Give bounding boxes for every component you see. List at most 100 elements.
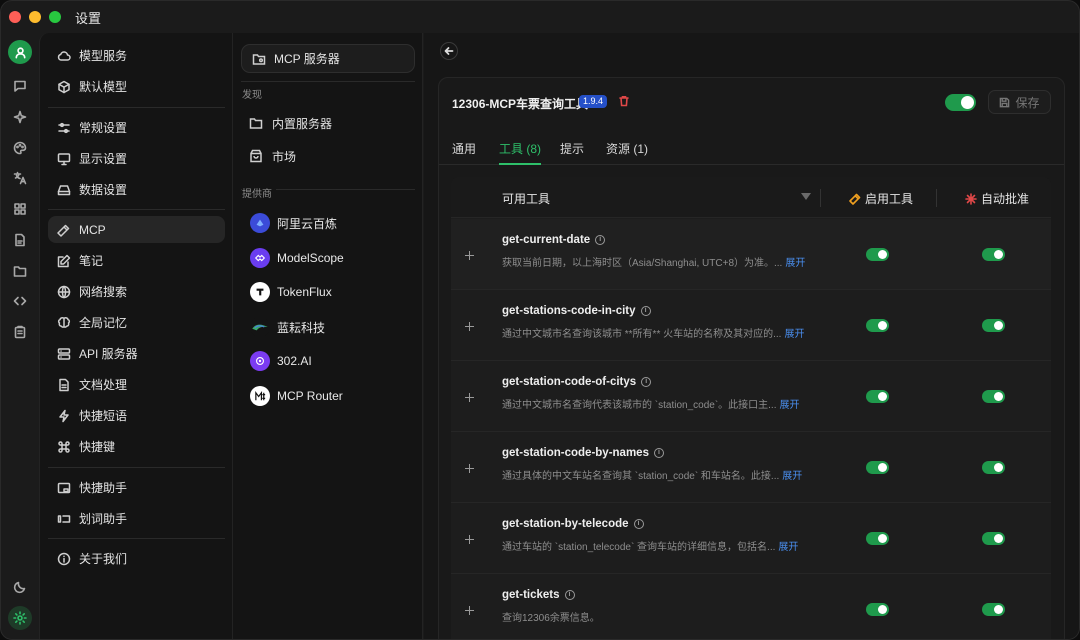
expand-row-icon[interactable] <box>465 251 474 260</box>
back-button[interactable] <box>440 42 458 60</box>
apps-icon[interactable] <box>9 198 31 220</box>
save-button[interactable]: 保存 <box>988 90 1051 114</box>
code-icon[interactable] <box>9 290 31 312</box>
expand-link[interactable]: 展开 <box>778 542 798 553</box>
expand-row-icon[interactable] <box>465 464 474 473</box>
nav-item-mcp[interactable]: MCP <box>48 216 225 243</box>
server-enable-toggle[interactable] <box>945 94 976 111</box>
bolt-icon <box>59 409 69 422</box>
chat-icon[interactable] <box>9 75 31 97</box>
info-icon[interactable]: i <box>564 590 575 600</box>
palette-icon[interactable] <box>9 137 31 159</box>
expand-link[interactable]: 展开 <box>779 400 799 411</box>
nav-item-display-settings[interactable]: 显示设置 <box>48 145 225 172</box>
nav-item-label: 默认模型 <box>79 80 128 94</box>
minimize-window-button[interactable] <box>29 11 41 23</box>
provider-name: TokenFlux <box>277 285 332 299</box>
clipboard-icon[interactable] <box>9 321 31 343</box>
auto-approve-toggle[interactable] <box>982 390 1005 403</box>
nav-item-label: 网络搜索 <box>79 285 128 299</box>
nav-item-global-memory[interactable]: 全局记忆 <box>48 309 225 336</box>
nav-item-quick-phrases[interactable]: 快捷短语 <box>48 402 225 429</box>
nav-item-selection-assistant[interactable]: 划词助手 <box>48 505 225 532</box>
server-icon <box>57 347 71 360</box>
enable-tool-toggle[interactable] <box>866 248 889 261</box>
market-item[interactable]: 市场 <box>249 144 296 168</box>
providers-heading: 提供商 <box>242 185 276 200</box>
tab-prompts[interactable]: 提示 <box>560 140 584 165</box>
provider-item[interactable]: 302.AI <box>250 349 312 373</box>
moon-icon[interactable] <box>9 576 31 598</box>
col-auto-approve-label: 自动批准 <box>981 192 1030 206</box>
nav-item-web-search[interactable]: 网络搜索 <box>48 278 225 305</box>
tab-resources[interactable]: 资源 (1) <box>606 140 648 165</box>
mcp-divider <box>241 81 415 82</box>
nav-item-model-service[interactable]: 模型服务 <box>48 42 225 69</box>
nav-item-default-model[interactable]: 默认模型 <box>48 73 225 100</box>
avatar-icon[interactable] <box>8 40 32 64</box>
maximize-window-button[interactable] <box>49 11 61 23</box>
delete-server-button[interactable] <box>618 95 631 108</box>
column-divider <box>820 189 821 207</box>
tool-description: 通过具体的中文车站名查询其 `station_code` 和车站名。此接... 展… <box>502 471 803 482</box>
expand-row-icon[interactable] <box>465 393 474 402</box>
provider-item[interactable]: 阿里云百炼 <box>250 211 337 235</box>
col-auto-approve: 自动批准 <box>965 190 1029 207</box>
expand-link[interactable]: 展开 <box>782 471 802 482</box>
folder-icon[interactable] <box>9 260 31 282</box>
col-enable-tool: 启用工具 <box>849 190 913 207</box>
close-window-button[interactable] <box>9 11 21 23</box>
tab-tools[interactable]: 工具 (8) <box>499 140 542 165</box>
hard-drive-icon <box>57 184 71 195</box>
nav-item-general-settings[interactable]: 常规设置 <box>48 114 225 141</box>
table-row: get-station-code-of-citys i 通过中文城市名查询代表该城… <box>451 361 1051 432</box>
cloud-icon <box>57 50 71 61</box>
nav-item-api-server[interactable]: API 服务器 <box>48 340 225 367</box>
settings-icon[interactable] <box>8 606 32 630</box>
enable-tool-toggle[interactable] <box>866 603 889 616</box>
nav-item-label: 快捷助手 <box>79 481 128 495</box>
brain-icon <box>57 316 71 328</box>
filter-icon[interactable] <box>801 193 811 200</box>
auto-approve-toggle[interactable] <box>982 603 1005 616</box>
nav-item-about[interactable]: 关于我们 <box>48 545 225 572</box>
provider-item[interactable]: TokenFlux <box>250 280 332 304</box>
expand-row-icon[interactable] <box>465 535 474 544</box>
sparkle-icon[interactable] <box>9 106 31 128</box>
enable-tool-toggle[interactable] <box>866 390 889 403</box>
bailian-logo-icon <box>250 213 270 233</box>
builtin-servers-item[interactable]: 内置服务器 <box>249 111 332 135</box>
expand-link[interactable]: 展开 <box>785 258 805 269</box>
mcp-servers-button[interactable]: MCP 服务器 <box>241 44 415 73</box>
info-icon[interactable]: i <box>595 235 606 245</box>
expand-link[interactable]: 展开 <box>784 329 804 340</box>
auto-approve-toggle[interactable] <box>982 319 1005 332</box>
info-icon[interactable]: i <box>641 377 652 387</box>
expand-row-icon[interactable] <box>465 606 474 615</box>
note-icon <box>57 254 71 267</box>
provider-item[interactable]: MCP Router <box>250 384 343 408</box>
expand-row-icon[interactable] <box>465 322 474 331</box>
nav-item-label: 全局记忆 <box>79 316 128 330</box>
nav-item-document-processing[interactable]: 文档处理 <box>48 371 225 398</box>
tab-general[interactable]: 通用 <box>452 140 476 165</box>
nav-item-notes[interactable]: 笔记 <box>48 247 225 274</box>
auto-approve-toggle[interactable] <box>982 248 1005 261</box>
provider-name: 302.AI <box>277 354 312 368</box>
file-icon[interactable] <box>9 229 31 251</box>
nav-item-quick-assistant[interactable]: 快捷助手 <box>48 474 225 501</box>
nav-item-shortcuts[interactable]: 快捷键 <box>48 433 225 460</box>
table-row: get-tickets i 查询12306余票信息。 <box>451 574 1051 639</box>
auto-approve-toggle[interactable] <box>982 532 1005 545</box>
enable-tool-toggle[interactable] <box>866 319 889 332</box>
provider-item[interactable]: 蓝耘科技 <box>250 315 325 339</box>
enable-tool-toggle[interactable] <box>866 532 889 545</box>
auto-approve-toggle[interactable] <box>982 461 1005 474</box>
translate-icon[interactable] <box>9 167 31 189</box>
info-icon[interactable]: i <box>640 306 651 316</box>
enable-tool-toggle[interactable] <box>866 461 889 474</box>
nav-item-data-settings[interactable]: 数据设置 <box>48 176 225 203</box>
provider-item[interactable]: ModelScope <box>250 246 344 270</box>
info-icon[interactable]: i <box>633 519 644 529</box>
info-icon[interactable]: i <box>653 448 664 458</box>
